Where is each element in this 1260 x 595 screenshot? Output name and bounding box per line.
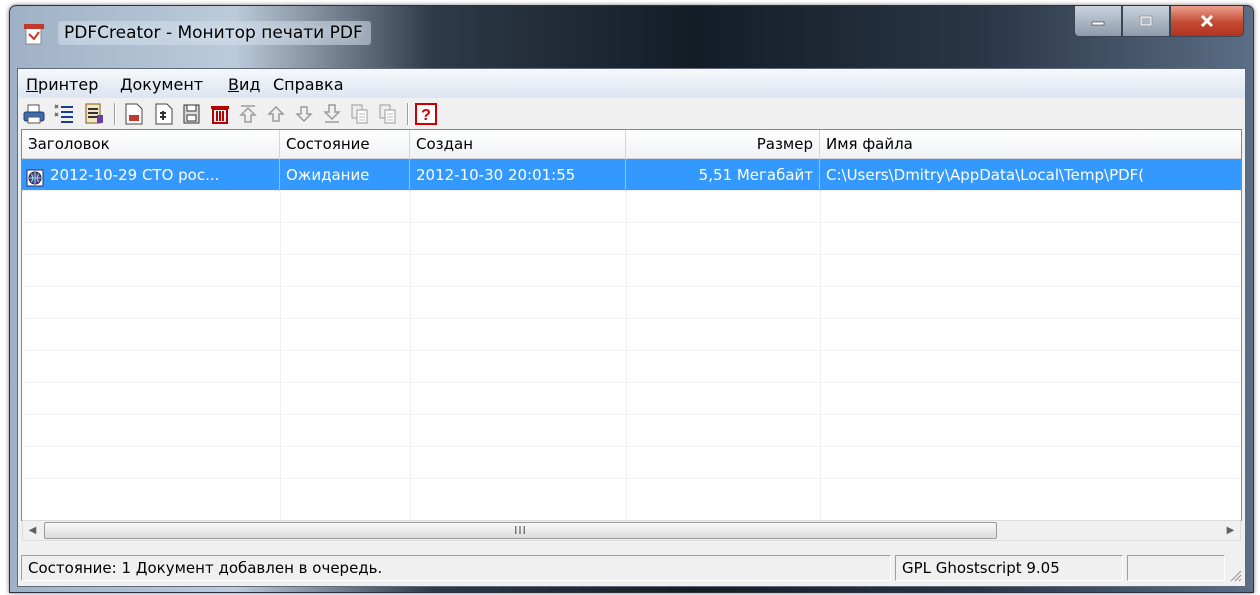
grid-line bbox=[22, 254, 1241, 255]
cell-status: Ожидание bbox=[280, 159, 410, 191]
printer-icon bbox=[23, 104, 45, 124]
toolbar-separator bbox=[407, 103, 409, 125]
grid-line bbox=[22, 318, 1241, 319]
document-options-icon bbox=[85, 103, 103, 124]
move-bottom-button[interactable] bbox=[320, 102, 344, 126]
save-document-icon bbox=[125, 103, 143, 125]
grid-line bbox=[22, 350, 1241, 351]
add-document-button[interactable] bbox=[180, 102, 204, 126]
column-header-title[interactable]: Заголовок bbox=[22, 130, 280, 158]
help-icon: ? bbox=[415, 103, 437, 125]
help-button[interactable]: ? bbox=[414, 102, 438, 126]
cell-created: 2012-10-30 20:01:55 bbox=[410, 159, 626, 191]
scroll-thumb[interactable]: III bbox=[44, 522, 997, 539]
status-bar: Состояние: 1 Документ добавлен в очередь… bbox=[18, 547, 1245, 585]
cell-title-text: 2012-10-29 СТО рос... bbox=[50, 166, 220, 184]
move-up-button[interactable] bbox=[264, 102, 288, 126]
merge-documents-button[interactable] bbox=[152, 102, 176, 126]
minimize-icon bbox=[1091, 21, 1105, 26]
close-button[interactable] bbox=[1170, 6, 1244, 37]
grid-line bbox=[626, 158, 627, 520]
list-header: Заголовок Состояние Создан Размер Имя фа… bbox=[22, 130, 1241, 159]
merge-documents-icon bbox=[155, 103, 173, 125]
cell-filename: C:\Users\Dmitry\AppData\Local\Temp\PDF( bbox=[826, 166, 1145, 184]
minimize-button[interactable] bbox=[1074, 6, 1122, 37]
cell-size: 5,51 Мегабайт bbox=[626, 159, 820, 191]
column-header-filename[interactable]: Имя файла bbox=[820, 130, 1241, 158]
printer-settings-icon bbox=[54, 104, 73, 123]
window-title: PDFCreator - Монитор печати PDF bbox=[58, 21, 371, 45]
menu-view[interactable]: Вид bbox=[228, 75, 260, 94]
status-extra-panel bbox=[1127, 555, 1225, 581]
print-button[interactable] bbox=[22, 102, 46, 126]
menu-printer[interactable]: Принтер bbox=[26, 75, 98, 94]
document-options-button[interactable] bbox=[82, 102, 106, 126]
column-header-status[interactable]: Состояние bbox=[280, 130, 410, 158]
grid-line bbox=[22, 382, 1241, 383]
toolbar-separator bbox=[114, 103, 116, 125]
copy-icon bbox=[351, 104, 368, 124]
svg-text:?: ? bbox=[421, 107, 431, 124]
table-row[interactable]: 2012-10-29 СТО рос... Ожидание 2012-10-3… bbox=[22, 159, 1241, 191]
delete-button[interactable] bbox=[208, 102, 232, 126]
document-globe-icon bbox=[26, 166, 44, 191]
client-area: Принтер Документ Вид Справка ? Заголовок… bbox=[17, 68, 1246, 587]
add-document-icon bbox=[183, 104, 200, 124]
pdfcreator-app-icon[interactable] bbox=[24, 24, 44, 46]
move-top-icon bbox=[239, 105, 257, 123]
move-top-button[interactable] bbox=[236, 102, 260, 126]
save-document-button[interactable] bbox=[122, 102, 146, 126]
grid-line bbox=[280, 158, 281, 520]
horizontal-scrollbar[interactable]: ◀ III ▶ bbox=[22, 520, 1241, 541]
paste-icon bbox=[379, 104, 396, 124]
paste-button[interactable] bbox=[376, 102, 400, 126]
grid-line bbox=[820, 158, 821, 520]
grid-line bbox=[22, 478, 1241, 479]
printer-settings-button[interactable] bbox=[52, 102, 76, 126]
grid-line bbox=[22, 222, 1241, 223]
toolbar: ? bbox=[18, 98, 1245, 130]
move-down-button[interactable] bbox=[292, 102, 316, 126]
grid-line bbox=[410, 158, 411, 520]
menu-help[interactable]: Справка bbox=[273, 75, 344, 94]
scroll-thumb-grip: III bbox=[514, 524, 527, 537]
copy-button[interactable] bbox=[348, 102, 372, 126]
title-bar[interactable]: PDFCreator - Монитор печати PDF bbox=[10, 6, 1253, 62]
grid-line bbox=[22, 286, 1241, 287]
grid-line bbox=[22, 414, 1241, 415]
ghostscript-version: GPL Ghostscript 9.05 bbox=[895, 555, 1123, 581]
window-controls bbox=[1074, 6, 1244, 37]
cell-title: 2012-10-29 СТО рос... bbox=[22, 159, 280, 191]
status-text: Состояние: 1 Документ добавлен в очередь… bbox=[21, 555, 891, 581]
move-down-icon bbox=[295, 106, 313, 123]
menu-bar: Принтер Документ Вид Справка bbox=[18, 69, 1245, 98]
scroll-right-arrow[interactable]: ▶ bbox=[1222, 521, 1239, 540]
maximize-icon bbox=[1139, 15, 1153, 27]
main-window: PDFCreator - Монитор печати PDF Принтер … bbox=[9, 5, 1254, 593]
menu-document[interactable]: Документ bbox=[120, 75, 203, 94]
maximize-button[interactable] bbox=[1122, 6, 1170, 37]
move-up-icon bbox=[267, 105, 285, 122]
close-icon bbox=[1200, 14, 1214, 28]
column-header-created[interactable]: Создан bbox=[410, 130, 626, 158]
scroll-left-arrow[interactable]: ◀ bbox=[24, 521, 41, 540]
print-queue-list[interactable]: Заголовок Состояние Создан Размер Имя фа… bbox=[21, 129, 1242, 521]
column-header-size[interactable]: Размер bbox=[626, 130, 820, 158]
grid-line bbox=[22, 446, 1241, 447]
delete-icon bbox=[211, 106, 229, 124]
move-bottom-icon bbox=[323, 104, 341, 123]
resize-grip-icon[interactable] bbox=[1226, 566, 1242, 582]
